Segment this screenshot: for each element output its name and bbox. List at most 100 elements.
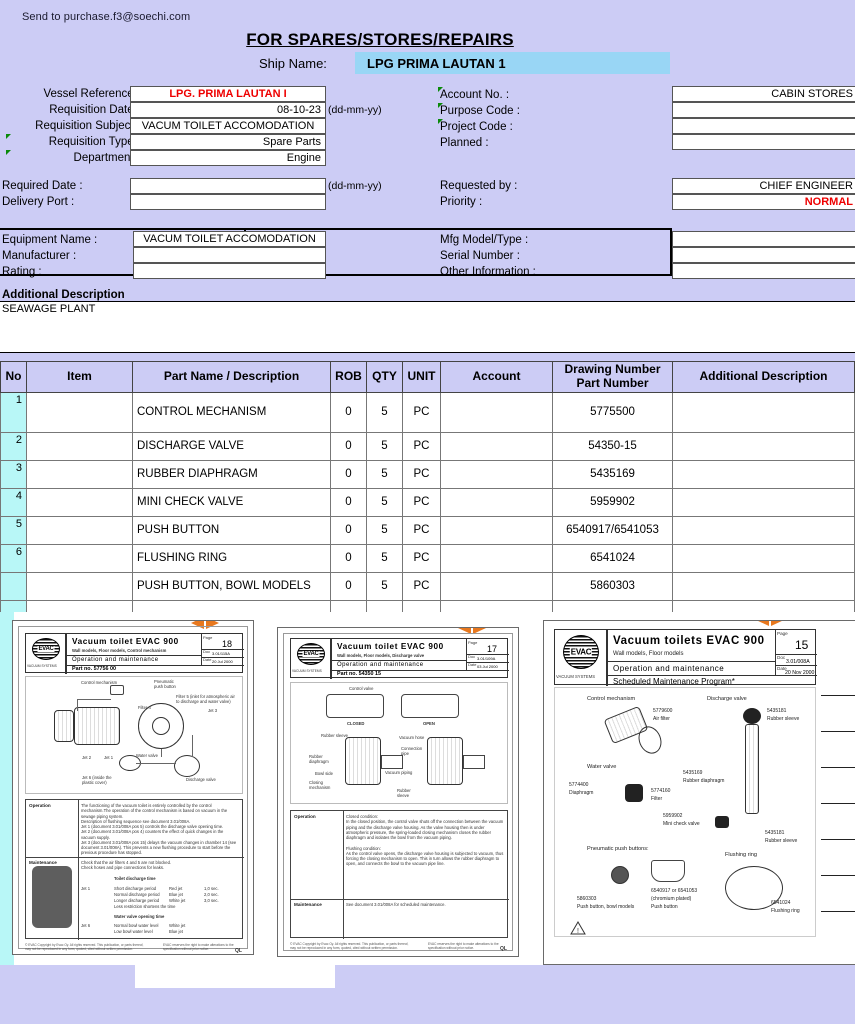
cell-additional[interactable] bbox=[672, 431, 855, 461]
sub-row-jet: Blue jet bbox=[169, 929, 183, 934]
cell-account[interactable] bbox=[440, 431, 553, 461]
mfg-model-field[interactable] bbox=[672, 231, 855, 247]
table-row[interactable]: 6 FLUSHING RING 0 5 PC 6541024 bbox=[0, 543, 855, 573]
cell-rob[interactable]: 0 bbox=[330, 487, 367, 517]
cell-unit[interactable]: PC bbox=[402, 543, 441, 573]
delivery-port-field[interactable] bbox=[130, 194, 326, 210]
planned-field[interactable] bbox=[672, 134, 855, 150]
cell-item[interactable] bbox=[26, 543, 133, 573]
manufacturer-field[interactable] bbox=[133, 247, 326, 263]
cell-qty[interactable]: 5 bbox=[366, 391, 403, 433]
arrow-right-icon[interactable] bbox=[771, 621, 784, 626]
requisition-subject-field[interactable]: VACUM TOILET ACCOMODATION bbox=[130, 118, 326, 134]
cell-drawing-number[interactable]: 5775500 bbox=[552, 391, 673, 433]
cell-additional[interactable] bbox=[672, 487, 855, 517]
vessel-reference-field[interactable]: LPG. PRIMA LAUTAN I bbox=[130, 86, 326, 102]
cell-qty[interactable]: 5 bbox=[366, 431, 403, 461]
additional-description-title: Additional Description bbox=[2, 289, 125, 301]
cell-rob[interactable]: 0 bbox=[330, 571, 367, 601]
cell-qty[interactable]: 5 bbox=[366, 515, 403, 545]
cell-item[interactable] bbox=[26, 515, 133, 545]
cell-qty[interactable]: 5 bbox=[366, 459, 403, 489]
serial-number-field[interactable] bbox=[672, 247, 855, 263]
cell-rob[interactable]: 0 bbox=[330, 391, 367, 433]
cell-additional[interactable] bbox=[672, 515, 855, 545]
account-no-field[interactable]: CABIN STORES bbox=[672, 86, 855, 102]
cell-drawing-number[interactable]: 6541024 bbox=[552, 543, 673, 573]
cell-part-name[interactable]: DISCHARGE VALVE bbox=[132, 431, 331, 461]
cell-account[interactable] bbox=[440, 391, 553, 433]
cell-qty[interactable]: 5 bbox=[366, 543, 403, 573]
priority-field[interactable]: NORMAL bbox=[672, 194, 855, 210]
cell-account[interactable] bbox=[440, 571, 553, 601]
diagram-label: OPEN bbox=[423, 721, 435, 726]
table-row[interactable]: 1 CONTROL MECHANISM 0 5 PC 5775500 bbox=[0, 391, 855, 433]
cell-account[interactable] bbox=[440, 487, 553, 517]
cell-drawing-number[interactable]: 5435169 bbox=[552, 459, 673, 489]
cell-additional[interactable] bbox=[672, 571, 855, 601]
table-row[interactable]: 5 PUSH BUTTON 0 5 PC 6540917/6541053 bbox=[0, 515, 855, 545]
ship-name-value[interactable]: LPG PRIMA LAUTAN 1 bbox=[355, 52, 670, 74]
cell-item[interactable] bbox=[26, 459, 133, 489]
cell-unit[interactable]: PC bbox=[402, 391, 441, 433]
table-row[interactable]: PUSH BUTTON, BOWL MODELS 0 5 PC 5860303 bbox=[0, 571, 855, 601]
table-row[interactable]: 4 MINI CHECK VALVE 0 5 PC 5959902 bbox=[0, 487, 855, 517]
arrow-left-icon[interactable] bbox=[756, 621, 769, 626]
cell-unit[interactable]: PC bbox=[402, 515, 441, 545]
cell-part-name[interactable]: RUBBER DIAPHRAGM bbox=[132, 459, 331, 489]
cell-no bbox=[0, 571, 27, 601]
cell-item[interactable] bbox=[26, 431, 133, 461]
cell-drawing-number[interactable]: 6540917/6541053 bbox=[552, 515, 673, 545]
equipment-name-field[interactable]: VACUM TOILET ACCOMODATION bbox=[133, 231, 326, 247]
cell-item[interactable] bbox=[26, 391, 133, 433]
cell-unit[interactable]: PC bbox=[402, 431, 441, 461]
cell-drawing-number[interactable]: 5959902 bbox=[552, 487, 673, 517]
other-information-label: Other Information : bbox=[440, 266, 536, 278]
other-information-field[interactable] bbox=[672, 263, 855, 279]
rule-line bbox=[821, 875, 855, 876]
table-row[interactable]: 3 RUBBER DIAPHRAGM 0 5 PC 5435169 bbox=[0, 459, 855, 489]
cell-account[interactable] bbox=[440, 543, 553, 573]
cell-drawing-number[interactable]: 5860303 bbox=[552, 571, 673, 601]
cell-part-name[interactable]: PUSH BUTTON, BOWL MODELS bbox=[132, 571, 331, 601]
push-button-shape bbox=[110, 685, 124, 695]
cell-additional[interactable] bbox=[672, 543, 855, 573]
block-text: See document 3.01/008A for scheduled mai… bbox=[346, 902, 446, 907]
rating-field[interactable] bbox=[133, 263, 326, 279]
purpose-code-field[interactable] bbox=[672, 102, 855, 118]
cell-item[interactable] bbox=[26, 487, 133, 517]
scan-page-18[interactable]: EVAC VACUUM SYSTEMS Vacuum toilet EVAC 9… bbox=[12, 620, 254, 955]
project-code-field[interactable] bbox=[672, 118, 855, 134]
cell-rob[interactable]: 0 bbox=[330, 459, 367, 489]
cell-additional[interactable] bbox=[672, 459, 855, 489]
requisition-type-field[interactable]: Spare Parts bbox=[130, 134, 326, 150]
table-row[interactable]: 2 DISCHARGE VALVE 0 5 PC 54350-15 bbox=[0, 431, 855, 461]
cell-qty[interactable]: 5 bbox=[366, 571, 403, 601]
cell-qty[interactable]: 5 bbox=[366, 487, 403, 517]
cell-account[interactable] bbox=[440, 515, 553, 545]
cell-part-name[interactable]: FLUSHING RING bbox=[132, 543, 331, 573]
department-field[interactable]: Engine bbox=[130, 150, 326, 166]
cell-rob[interactable]: 0 bbox=[330, 431, 367, 461]
cell-unit[interactable]: PC bbox=[402, 459, 441, 489]
cell-rob[interactable]: 0 bbox=[330, 515, 367, 545]
requisition-date-field[interactable]: 08-10-23 bbox=[130, 102, 326, 118]
cell-drawing-number[interactable]: 54350-15 bbox=[552, 431, 673, 461]
scan-page-15[interactable]: EVAC VACUUM SYSTEMS Vacuum toilets EVAC … bbox=[543, 620, 855, 965]
cell-item[interactable] bbox=[26, 571, 133, 601]
requested-by-field[interactable]: CHIEF ENGINEER bbox=[672, 178, 855, 194]
cell-part-name[interactable]: MINI CHECK VALVE bbox=[132, 487, 331, 517]
cell-part-name[interactable]: PUSH BUTTON bbox=[132, 515, 331, 545]
planned-label: Planned : bbox=[440, 137, 489, 149]
cell-unit[interactable]: PC bbox=[402, 571, 441, 601]
additional-description-box[interactable] bbox=[0, 301, 855, 353]
cell-rob[interactable]: 0 bbox=[330, 543, 367, 573]
scan-page-17[interactable]: EVAC VACUUM SYSTEMS Vacuum toilet EVAC 9… bbox=[277, 627, 519, 957]
navigation-arrows[interactable] bbox=[756, 621, 784, 626]
cell-part-name[interactable]: CONTROL MECHANISM bbox=[132, 391, 331, 433]
cell-unit[interactable]: PC bbox=[402, 487, 441, 517]
parts-table: No Item Part Name / Description ROB QTY … bbox=[0, 361, 855, 629]
cell-additional[interactable] bbox=[672, 391, 855, 433]
required-date-field[interactable] bbox=[130, 178, 326, 194]
cell-account[interactable] bbox=[440, 459, 553, 489]
